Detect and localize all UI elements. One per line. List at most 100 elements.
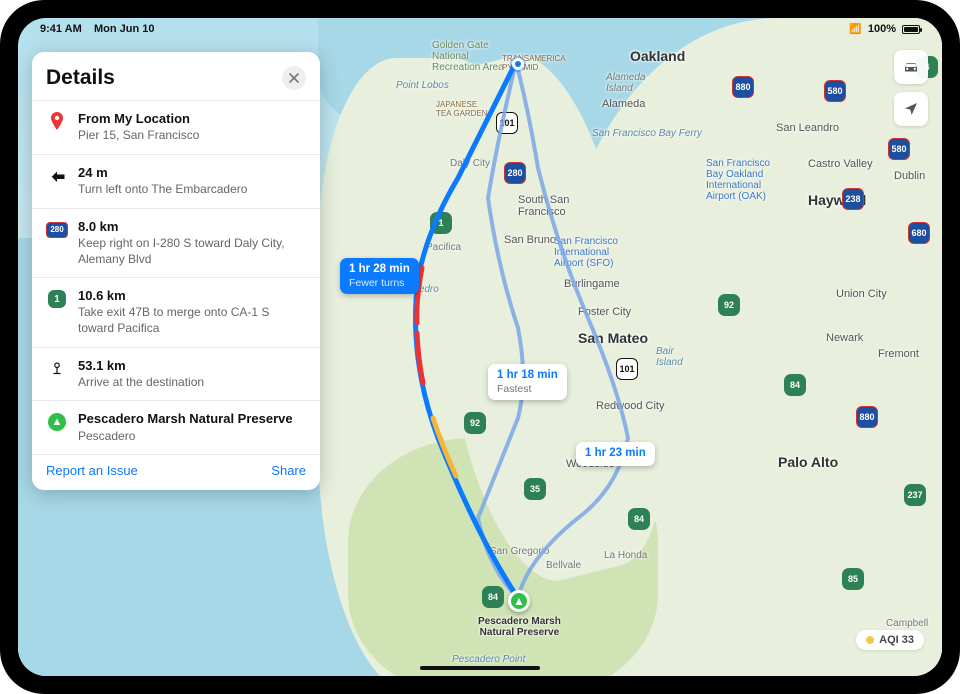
locate-me-button[interactable] <box>894 92 928 126</box>
destination-pin[interactable]: ▲ <box>508 590 530 612</box>
status-time: 9:41 AM <box>40 23 82 35</box>
label-san-bruno: San Bruno <box>504 234 556 246</box>
step-sub: Take exit 47B to merge onto CA-1 S towar… <box>78 305 306 336</box>
hwy-680-icon: 680 <box>908 222 930 244</box>
step-ca1[interactable]: 1 10.6 km Take exit 47B to merge onto CA… <box>32 277 320 346</box>
screen[interactable]: 9:41 AM Mon Jun 10 100% AQI 33 <box>18 18 942 676</box>
step-destination[interactable]: ▲ Pescadero Marsh Natural Preserve Pesca… <box>32 400 320 454</box>
label-palo-alto: Palo Alto <box>778 454 838 470</box>
hwy-237-icon: 237 <box>904 484 926 506</box>
battery-percent: 100% <box>868 23 896 35</box>
share-link[interactable]: Share <box>271 463 306 478</box>
label-tea-garden: JAPANESE TEA GARDEN <box>436 100 488 118</box>
callout-time: 1 hr 23 min <box>585 447 646 461</box>
hwy-580-icon: 580 <box>888 138 910 160</box>
step-sub: Pescadero <box>78 429 293 445</box>
label-campbell: Campbell <box>886 618 928 629</box>
label-fremont: Fremont <box>878 348 919 360</box>
step-i280[interactable]: 280 8.0 km Keep right on I-280 S toward … <box>32 208 320 277</box>
step-title: 8.0 km <box>78 219 306 235</box>
turn-left-icon <box>46 165 68 187</box>
label-oakland: Oakland <box>630 48 685 64</box>
route-callout-main[interactable]: 1 hr 28 min Fewer turns <box>340 258 419 294</box>
label-san-gregorio: San Gregorio <box>490 546 549 557</box>
destination-icon: ▲ <box>46 411 68 433</box>
callout-time: 1 hr 18 min <box>497 369 558 383</box>
hwy-880-icon: 880 <box>732 76 754 98</box>
hwy-92-icon: 92 <box>464 412 486 434</box>
label-pacifica: Pacifica <box>426 242 461 253</box>
report-issue-link[interactable]: Report an Issue <box>46 463 138 478</box>
hwy-35-icon: 35 <box>524 478 546 500</box>
label-san-mateo: San Mateo <box>578 330 648 346</box>
label-pescadero-point: Pescadero Point <box>452 654 525 665</box>
hwy-84-icon: 84 <box>784 374 806 396</box>
label-foster: Foster City <box>578 306 631 318</box>
panel-title: Details <box>46 66 115 90</box>
interstate-280-icon: 280 <box>46 219 68 241</box>
aqi-dot-icon <box>866 636 874 644</box>
step-title: 53.1 km <box>78 358 204 374</box>
close-button[interactable] <box>282 66 306 90</box>
hwy-280-icon: 280 <box>504 162 526 184</box>
callout-sub: Fewer turns <box>349 277 410 290</box>
details-panel: Details From My Location Pier 15, San Fr… <box>32 52 320 490</box>
step-title: 10.6 km <box>78 288 306 304</box>
status-date: Mon Jun 10 <box>94 23 155 35</box>
label-point-lobos: Point Lobos <box>396 80 449 91</box>
label-oak-airport: San Francisco Bay Oakland International … <box>706 158 770 202</box>
step-sub: Pier 15, San Francisco <box>78 128 199 144</box>
map-controls <box>894 50 928 126</box>
hwy-238-icon: 238 <box>842 188 864 210</box>
origin-pin-icon <box>46 111 68 133</box>
panel-header: Details <box>32 64 320 100</box>
label-alameda: Alameda <box>602 98 645 110</box>
label-dublin: Dublin <box>894 170 925 182</box>
hwy-84-icon: 84 <box>482 586 504 608</box>
label-newark: Newark <box>826 332 863 344</box>
status-left: 9:41 AM Mon Jun 10 <box>40 23 155 35</box>
destination-label: Pescadero Marsh Natural Preserve <box>478 616 561 638</box>
step-arrive[interactable]: 53.1 km Arrive at the destination <box>32 347 320 401</box>
ca-route-1-icon: 1 <box>46 288 68 310</box>
route-callout-fastest[interactable]: 1 hr 18 min Fastest <box>488 364 567 400</box>
hwy-101-icon: 101 <box>616 358 638 380</box>
driving-mode-button[interactable] <box>894 50 928 84</box>
label-burlingame: Burlingame <box>564 278 620 290</box>
hwy-1-icon: 1 <box>430 212 452 234</box>
hwy-101-icon: 101 <box>496 112 518 134</box>
step-turn-left[interactable]: 24 m Turn left onto The Embarcadero <box>32 154 320 208</box>
route-callout-alt2[interactable]: 1 hr 23 min <box>576 442 655 466</box>
step-title: 24 m <box>78 165 247 181</box>
label-san-leandro: San Leandro <box>776 122 839 134</box>
status-right: 100% <box>849 23 920 35</box>
hwy-85-icon: 85 <box>842 568 864 590</box>
step-sub: Keep right on I-280 S toward Daly City, … <box>78 236 306 267</box>
label-la-honda: La Honda <box>604 550 647 561</box>
wifi-icon <box>849 23 861 35</box>
label-daly-city: Daly City <box>450 158 490 169</box>
label-ferry: San Francisco Bay Ferry <box>592 128 702 139</box>
label-sfo: San Francisco International Airport (SFO… <box>554 236 618 269</box>
home-indicator[interactable] <box>420 666 540 670</box>
label-castro-valley: Castro Valley <box>808 158 873 170</box>
ipad-frame: 9:41 AM Mon Jun 10 100% AQI 33 <box>0 0 960 694</box>
origin-pin[interactable] <box>512 58 524 70</box>
aqi-label: AQI 33 <box>879 634 914 646</box>
callout-sub: Fastest <box>497 383 558 396</box>
label-south-sf: South San Francisco <box>518 194 569 218</box>
label-union-city: Union City <box>836 288 887 300</box>
callout-time: 1 hr 28 min <box>349 263 410 277</box>
battery-icon <box>902 25 920 34</box>
hwy-84-icon: 84 <box>628 508 650 530</box>
label-alameda-island: Alameda Island <box>606 72 645 94</box>
step-origin[interactable]: From My Location Pier 15, San Francisco <box>32 100 320 154</box>
label-bellvale: Bellvale <box>546 560 581 571</box>
label-ggnra: Golden Gate National Recreation Area <box>432 40 504 73</box>
step-title: Pescadero Marsh Natural Preserve <box>78 411 293 427</box>
hwy-880-icon: 880 <box>856 406 878 428</box>
hwy-580-icon: 580 <box>824 80 846 102</box>
hwy-92-icon: 92 <box>718 294 740 316</box>
step-title: From My Location <box>78 111 199 127</box>
aqi-badge[interactable]: AQI 33 <box>856 630 924 650</box>
